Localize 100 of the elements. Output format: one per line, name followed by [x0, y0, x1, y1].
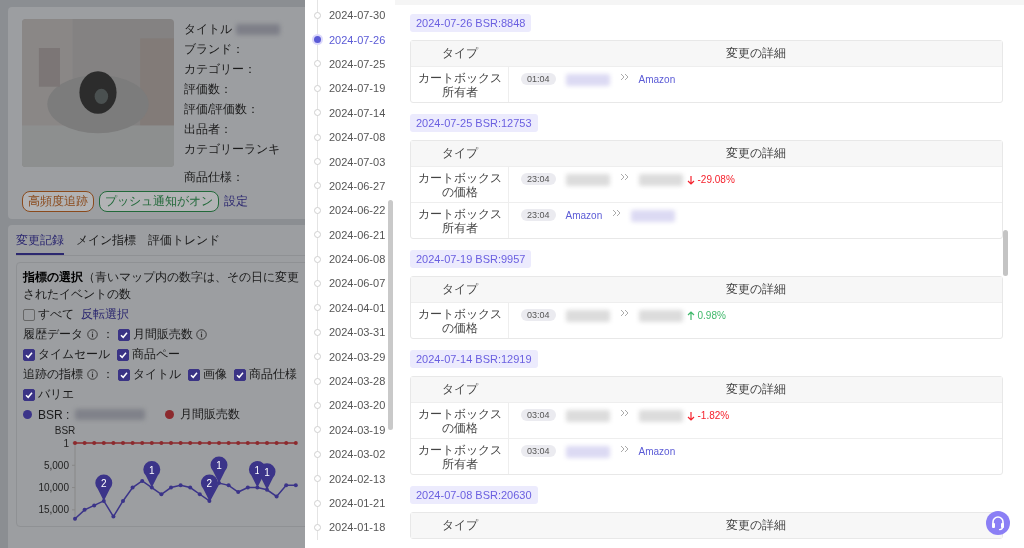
timeline-dot-icon — [314, 84, 321, 92]
legend-label[interactable]: BSR : — [38, 407, 70, 422]
seller-link[interactable]: Amazon — [565, 210, 603, 221]
timeline-item[interactable]: 2024-07-30 — [305, 3, 395, 28]
checkbox[interactable] — [188, 368, 200, 381]
timeline-dot-icon — [314, 109, 321, 117]
seller-link[interactable]: Amazon — [638, 74, 676, 85]
checkbox[interactable] — [23, 388, 35, 401]
timeline-item[interactable]: 2024-03-28 — [305, 368, 395, 394]
timeline-item[interactable]: 2024-03-02 — [305, 442, 395, 467]
timeline-item[interactable]: 2024-06-27 — [305, 173, 395, 199]
event-pin[interactable]: 2 — [200, 474, 218, 501]
tab[interactable]: メイン指標 — [76, 229, 136, 255]
checkbox[interactable] — [23, 308, 35, 321]
invert-selection-link[interactable]: 反転選択 — [81, 306, 129, 323]
checkbox-label[interactable]: すべて — [38, 306, 74, 323]
timeline-date: 2024-06-22 — [329, 204, 386, 217]
timeline-date: 2024-06-08 — [329, 253, 386, 266]
timeline-date: 2024-03-31 — [329, 326, 386, 339]
timeline-item[interactable]: 2024-07-25 — [305, 51, 395, 77]
timeline-item[interactable]: 2024-07-26 — [305, 27, 395, 52]
checkbox[interactable] — [118, 368, 130, 381]
timeline-dot-icon — [314, 499, 321, 507]
timeline-date: 2024-07-14 — [329, 106, 386, 119]
field-label: カテゴリー： — [184, 61, 256, 78]
timeline-item[interactable]: 2024-06-08 — [305, 246, 395, 272]
checkbox-label[interactable]: 商品仕様 — [249, 366, 297, 383]
timeline-item[interactable]: 2024-04-01 — [305, 295, 395, 321]
data-point — [169, 485, 173, 490]
timeline-item[interactable]: 2024-01-18 — [305, 515, 395, 540]
checkbox[interactable] — [118, 328, 130, 341]
check-icon — [24, 349, 34, 360]
legend-label[interactable]: 月間販売数 — [180, 406, 241, 423]
status-tag: プッシュ通知がオン — [99, 191, 219, 212]
timeline-item[interactable]: 2024-03-31 — [305, 320, 395, 345]
event-pin[interactable]: 1 — [258, 463, 276, 490]
timeline-item[interactable]: 2024-03-29 — [305, 344, 395, 369]
timeline-date: 2024-07-03 — [329, 155, 386, 168]
data-point — [130, 485, 135, 490]
timeline-dot-icon — [314, 133, 321, 141]
tab[interactable]: 評価トレンド — [148, 229, 220, 255]
timeline-date: 2024-01-18 — [329, 521, 386, 534]
timeline-item[interactable]: 2024-02-13 — [305, 466, 395, 491]
data-point — [101, 498, 106, 503]
timeline-dot-icon — [314, 353, 321, 361]
timeline-dot-icon — [314, 523, 321, 531]
checkbox-label[interactable]: バリエ — [38, 386, 74, 403]
timeline-item[interactable]: 2024-03-20 — [305, 393, 395, 418]
timeline-item[interactable]: 2024-07-03 — [305, 149, 395, 174]
seller-link[interactable]: Amazon — [638, 446, 676, 457]
checkbox[interactable] — [23, 348, 35, 361]
checkbox-label[interactable]: タイムセール — [38, 346, 110, 363]
double-chevron-icon — [612, 209, 622, 217]
timeline-dot-icon — [314, 377, 321, 385]
event-pin[interactable]: 1 — [143, 461, 161, 488]
settings-link[interactable]: 設定 — [224, 193, 248, 210]
data-point — [82, 507, 87, 512]
info-icon — [87, 329, 98, 340]
data-point — [178, 483, 183, 488]
change-percent: -1.82% — [697, 410, 730, 421]
data-point — [284, 483, 289, 488]
column-header: 変更の詳細 — [725, 518, 786, 532]
timeline-item[interactable]: 2024-03-19 — [305, 417, 395, 443]
timeline-item[interactable]: 2024-07-14 — [305, 100, 395, 125]
checkbox[interactable] — [117, 348, 129, 361]
time-chip: 01:04 — [521, 73, 556, 85]
checkbox-label[interactable]: 商品ペー — [132, 346, 180, 363]
column-header: タイプ — [442, 517, 478, 534]
field-label: 出品者： — [184, 121, 232, 138]
timeline-item[interactable]: 2024-06-22 — [305, 198, 395, 223]
timeline-date: 2024-07-26 — [329, 33, 386, 46]
table-cell-text: カートボックスの価格 — [416, 405, 503, 437]
timeline-dot-icon — [314, 11, 321, 19]
checkbox-label[interactable]: タイトル — [133, 366, 181, 383]
support-button[interactable] — [986, 511, 1010, 535]
checkbox-label[interactable]: 画像 — [203, 366, 227, 383]
tab[interactable]: 変更記録 — [16, 229, 64, 255]
scrollbar-thumb[interactable] — [388, 200, 393, 430]
data-point — [274, 494, 279, 499]
scrollbar-thumb[interactable] — [1003, 230, 1008, 276]
redacted-value — [631, 210, 676, 222]
timeline-item[interactable]: 2024-07-08 — [305, 124, 395, 150]
timeline-item[interactable]: 2024-06-21 — [305, 222, 395, 247]
data-point — [178, 441, 183, 445]
data-point — [217, 441, 221, 445]
data-point — [149, 441, 154, 445]
check-icon — [235, 369, 245, 380]
timeline-dot-icon — [314, 280, 321, 287]
data-point — [226, 441, 231, 445]
timeline-item[interactable]: 2024-07-19 — [305, 76, 395, 101]
event-pin[interactable]: 2 — [95, 474, 113, 501]
timeline-item[interactable]: 2024-06-07 — [305, 271, 395, 296]
double-chevron-icon — [619, 445, 629, 453]
timeline-item[interactable]: 2024-01-21 — [305, 490, 395, 516]
checkbox[interactable] — [234, 368, 246, 381]
change-percent: -29.08% — [697, 174, 735, 185]
timeline-dot-icon — [314, 426, 321, 434]
data-point — [245, 441, 250, 445]
check-icon — [189, 369, 199, 380]
checkbox-label[interactable]: 月間販売数 — [133, 326, 193, 343]
